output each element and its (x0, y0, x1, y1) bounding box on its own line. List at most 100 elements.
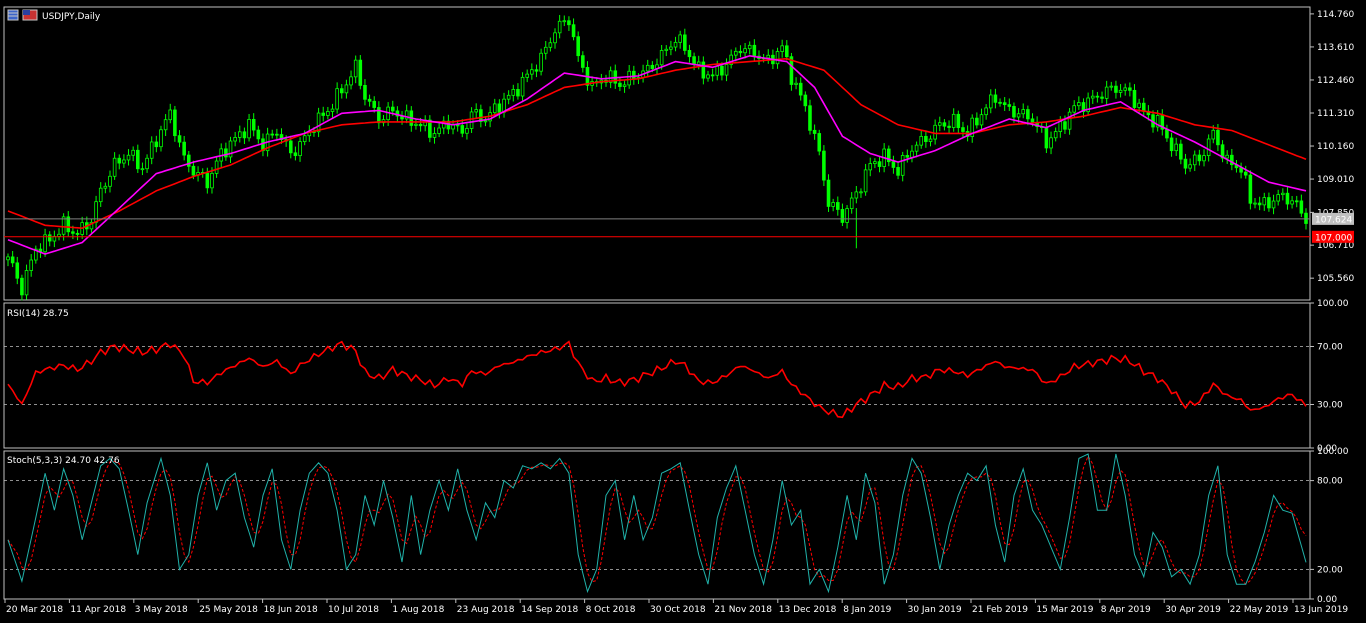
price-pane[interactable]: 114.760 113.610 112.460 111.310 110.160 109.0… (3, 6, 1354, 301)
time-tick-label: 18 Jun 2018 (264, 605, 318, 615)
candle-body (845, 208, 849, 223)
candle-body (168, 109, 173, 121)
candle-body (321, 112, 326, 116)
candle-body (1285, 192, 1290, 205)
candle-body (1090, 95, 1095, 99)
candle-body (71, 231, 75, 234)
candle-body (1165, 128, 1169, 139)
candle-body (738, 50, 743, 54)
candle-body (557, 20, 562, 34)
time-tick-label: 13 Dec 2018 (779, 605, 837, 615)
candle-body (576, 36, 580, 57)
candle-body (571, 24, 576, 38)
candle-body (108, 175, 112, 187)
candle-body (43, 234, 47, 253)
candle-body (1202, 155, 1206, 162)
candle-body (993, 94, 998, 103)
candle-body (1072, 105, 1077, 113)
candle-body (808, 105, 812, 131)
candle-body (622, 84, 627, 87)
window-icon[interactable] (7, 9, 19, 21)
candle-body (817, 133, 822, 152)
candle-body (933, 124, 937, 140)
candle-body (1174, 143, 1178, 152)
candle-body (905, 155, 910, 158)
candle-body (877, 161, 882, 167)
candle-body (1012, 106, 1016, 118)
candle-body (437, 127, 441, 134)
candle-body (645, 64, 650, 72)
axis-tick-label: 114.760 (1317, 10, 1354, 20)
candle-body (131, 149, 135, 156)
candle-body (75, 232, 80, 235)
candle-body (1026, 109, 1030, 120)
candle-body (720, 65, 724, 76)
flag-icon[interactable] (22, 9, 38, 21)
candle-body (293, 152, 298, 157)
time-tick-label: 30 Apr 2019 (1165, 605, 1221, 615)
axis-tick-label: 100.00 (1317, 447, 1349, 457)
candle-body (432, 133, 437, 138)
candle-body (924, 135, 928, 142)
candle-body (1141, 102, 1146, 112)
candle-body (1118, 89, 1123, 93)
candle-body (1197, 154, 1202, 162)
candle-body (1211, 129, 1216, 140)
candle-body (353, 59, 358, 78)
rsi-pane[interactable]: 100.0070.0030.000.00 RSI(14) 28.75 (3, 299, 1349, 454)
candle-body (543, 46, 548, 54)
candle-body (1053, 131, 1058, 139)
candle-body (988, 94, 993, 109)
candle-body (1016, 113, 1021, 118)
candle-body (1188, 164, 1192, 169)
candle-body (683, 34, 687, 51)
candle-body (669, 46, 673, 50)
candle-body (163, 119, 168, 131)
candle-body (678, 34, 682, 43)
stoch-pane[interactable]: 100.00 80.00 20.00 0.00 Stoch(5,3,3) 24.70 … (3, 447, 1349, 605)
candle-body (539, 52, 543, 72)
candle-body (1281, 192, 1285, 196)
candle-body (460, 125, 465, 134)
time-tick-label: 11 Apr 2018 (70, 605, 126, 615)
candle-body (553, 32, 557, 44)
candle-body (826, 179, 831, 207)
candle-body (650, 64, 655, 69)
candle-body (548, 42, 553, 48)
candle-body (24, 270, 29, 296)
candle-body (562, 20, 567, 23)
candle-body (1044, 127, 1049, 149)
axis-tick-label: 100.00 (1317, 299, 1349, 309)
candle-body (734, 50, 738, 56)
candle-body (627, 70, 631, 86)
stoch-title: Stoch(5,3,3) 24.70 42.76 (7, 456, 120, 466)
candle-body (145, 157, 149, 170)
candle-body (1299, 200, 1304, 214)
candle-body (326, 111, 330, 116)
candle-body (696, 61, 701, 65)
candle-body (1002, 102, 1007, 106)
time-tick-label: 1 Aug 2018 (392, 605, 444, 615)
candle-body (6, 256, 10, 261)
candle-body (316, 112, 321, 133)
rsi-axis: 100.0070.0030.000.00 (1310, 299, 1349, 454)
time-tick-label: 14 Sep 2018 (521, 605, 578, 615)
candle-body (849, 197, 854, 210)
candle-body (237, 131, 242, 138)
time-tick-label: 20 Mar 2018 (6, 605, 63, 615)
time-tick-label: 30 Oct 2018 (650, 605, 706, 615)
candle-body (798, 82, 803, 96)
rsi-pane-frame (3, 302, 1311, 449)
candle-body (1169, 137, 1174, 152)
time-tick-label: 21 Nov 2018 (714, 605, 772, 615)
candle-body (979, 114, 984, 126)
time-tick-label: 30 Jan 2019 (908, 605, 962, 615)
candle-body (1109, 85, 1114, 88)
candle-body (1077, 102, 1081, 107)
candle-body (418, 123, 423, 127)
candle-body (1267, 197, 1271, 209)
candle-body (15, 262, 20, 279)
candle-body (214, 160, 219, 174)
candle-body (840, 209, 845, 223)
candle-body (497, 103, 502, 113)
